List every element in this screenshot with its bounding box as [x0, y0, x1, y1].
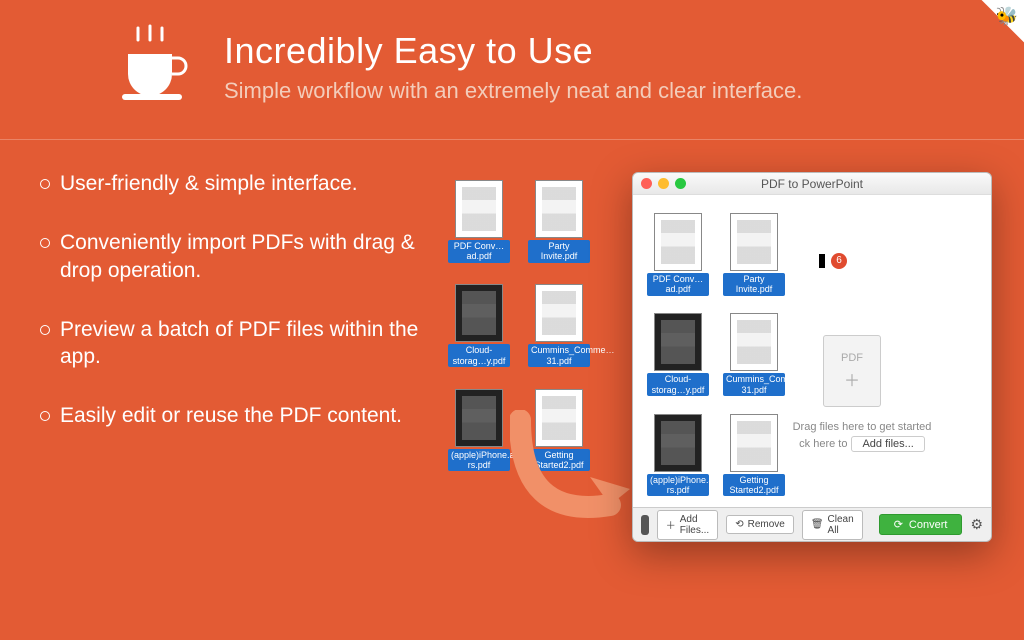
- pdf-thumbnail-icon: [654, 313, 702, 371]
- drop-target-icon[interactable]: PDF ＋: [823, 335, 881, 407]
- file-item[interactable]: Cloud-storag…y.pdf: [448, 284, 510, 368]
- add-files-button[interactable]: ＋Add Files...: [657, 510, 718, 540]
- file-name: PDF Conv…ad.pdf: [448, 240, 510, 263]
- trash-icon: 🗑: [811, 519, 824, 530]
- remove-button[interactable]: ⟲Remove: [726, 515, 794, 534]
- bullet-icon: [40, 325, 50, 335]
- pdf-thumbnail-icon: [455, 180, 503, 238]
- drop-target-label: PDF: [841, 352, 863, 364]
- toolbar: ＋Add Files... ⟲Remove 🗑Clean All ⟳Conver…: [633, 507, 991, 541]
- feature-item: User-friendly & simple interface.: [60, 170, 358, 197]
- drag-arrow-icon: [510, 410, 640, 540]
- clean-all-button[interactable]: 🗑Clean All: [802, 510, 863, 540]
- coffee-cup-icon: [120, 24, 192, 109]
- file-name: Party Invite.pdf: [528, 240, 590, 263]
- pdf-thumbnail-icon: [654, 414, 702, 472]
- page-title: Incredibly Easy to Use: [224, 30, 802, 72]
- file-name: Cummins_Comme…31.pdf: [723, 373, 785, 396]
- bee-icon: 🐝: [996, 6, 1018, 27]
- remove-icon: ⟲: [735, 519, 743, 530]
- maximize-icon[interactable]: [675, 178, 686, 189]
- bullet-icon: [40, 238, 50, 248]
- add-files-inline-button[interactable]: Add files...: [851, 436, 924, 452]
- plus-icon: ＋: [844, 367, 860, 391]
- file-item[interactable]: PDF Conv…ad.pdf: [448, 180, 510, 264]
- count-badge: 6: [831, 253, 847, 269]
- feature-item: Easily edit or reuse the PDF content.: [60, 402, 402, 429]
- minimize-icon[interactable]: [658, 178, 669, 189]
- settings-button[interactable]: ⚙: [970, 517, 983, 533]
- file-name: (apple)iPhone.and…rs.pdf: [448, 449, 510, 472]
- file-name: Getting Started2.pdf: [723, 474, 785, 497]
- feature-list: User-friendly & simple interface. Conven…: [0, 140, 420, 430]
- file-item[interactable]: (apple)iPhone.and…rs.pdf: [647, 414, 709, 498]
- pdf-thumbnail-icon: [730, 313, 778, 371]
- text-cursor-icon: [819, 254, 825, 268]
- file-name: PDF Conv…ad.pdf: [647, 273, 709, 296]
- drop-area[interactable]: PDF Conv…ad.pdf Party Invite.pdf Cloud-s…: [633, 195, 991, 507]
- pdf-thumbnail-icon: [455, 389, 503, 447]
- file-name: Cloud-storag…y.pdf: [448, 344, 510, 367]
- app-icon: [641, 515, 649, 535]
- bullet-icon: [40, 179, 50, 189]
- close-icon[interactable]: [641, 178, 652, 189]
- pdf-thumbnail-icon: [455, 284, 503, 342]
- window-titlebar[interactable]: PDF to PowerPoint: [633, 173, 991, 195]
- corner-badge: 🐝: [964, 0, 1024, 60]
- pdf-thumbnail-icon: [730, 213, 778, 271]
- file-item[interactable]: Cummins_Comme…31.pdf: [723, 313, 785, 397]
- pdf-thumbnail-icon: [535, 180, 583, 238]
- pdf-thumbnail-icon: [535, 284, 583, 342]
- pdf-thumbnail-icon: [654, 213, 702, 271]
- bullet-icon: [40, 411, 50, 421]
- drop-hint: Drag files here to get started: [753, 421, 971, 433]
- feature-item: Preview a batch of PDF files within the …: [60, 316, 420, 371]
- page-subtitle: Simple workflow with an extremely neat a…: [224, 78, 802, 104]
- app-window: PDF to PowerPoint PDF Conv…ad.pdf Party …: [632, 172, 992, 542]
- file-name: (apple)iPhone.and…rs.pdf: [647, 474, 709, 497]
- hint-prefix: ck here to: [799, 438, 847, 450]
- file-item[interactable]: PDF Conv…ad.pdf: [647, 213, 709, 297]
- file-name: Cummins_Comme…31.pdf: [528, 344, 590, 367]
- file-name: Cloud-storag…y.pdf: [647, 373, 709, 396]
- file-item[interactable]: (apple)iPhone.and…rs.pdf: [448, 389, 510, 473]
- window-title: PDF to PowerPoint: [761, 177, 863, 191]
- plus-icon: ＋: [666, 517, 676, 532]
- file-name: Party Invite.pdf: [723, 273, 785, 296]
- file-item[interactable]: Party Invite.pdf: [723, 213, 785, 297]
- refresh-icon: ⟳: [894, 518, 903, 531]
- file-item[interactable]: Cummins_Comme…31.pdf: [528, 284, 590, 368]
- convert-button[interactable]: ⟳Convert: [879, 514, 963, 535]
- file-item[interactable]: Cloud-storag…y.pdf: [647, 313, 709, 397]
- feature-item: Conveniently import PDFs with drag & dro…: [60, 229, 420, 284]
- gear-icon: ⚙: [970, 516, 983, 533]
- file-item[interactable]: Party Invite.pdf: [528, 180, 590, 264]
